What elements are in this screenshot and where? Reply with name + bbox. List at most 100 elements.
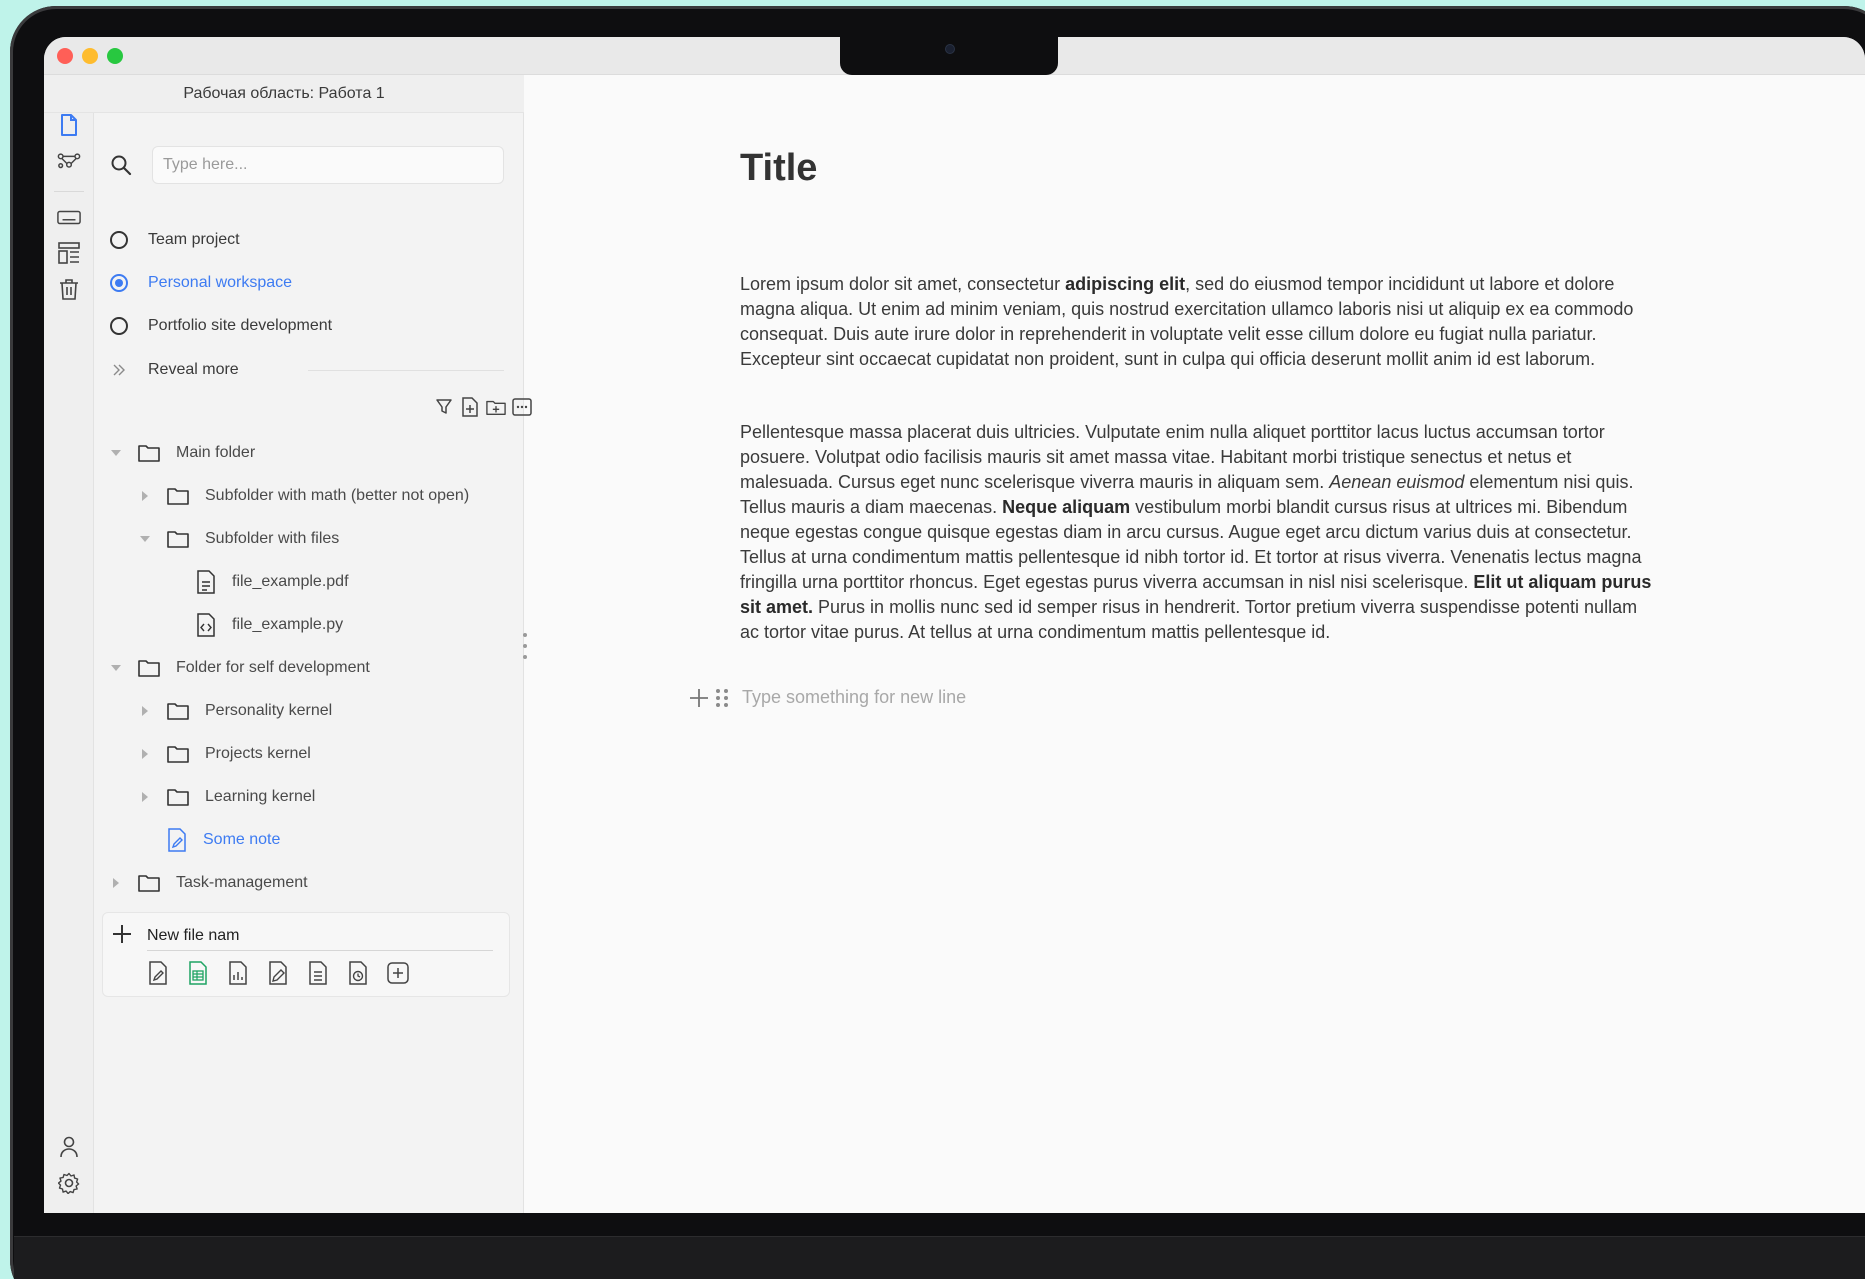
add-block-plus-icon[interactable]	[688, 688, 710, 708]
settings-gear-icon[interactable]	[57, 1171, 81, 1195]
maximize-window-button[interactable]	[107, 48, 123, 64]
chevron-right-icon[interactable]	[110, 877, 122, 889]
tree-label: file_example.pdf	[232, 573, 349, 590]
radio-button[interactable]	[110, 317, 128, 335]
new-file-name-input[interactable]	[147, 921, 493, 951]
new-folder-icon[interactable]	[486, 397, 506, 417]
tree-label: Personality kernel	[205, 702, 333, 719]
timer-type-icon[interactable]	[347, 961, 369, 985]
folder-icon	[167, 702, 189, 720]
close-window-button[interactable]	[57, 48, 73, 64]
radio-button-selected[interactable]	[110, 274, 128, 292]
workspace-label: Personal workspace	[148, 274, 293, 291]
note-file-icon	[167, 828, 187, 852]
tree-folder-projects[interactable]: Projects kernel	[139, 739, 311, 769]
tree-label: Main folder	[176, 444, 256, 461]
italic-text-run: Aenean euismod	[1329, 472, 1465, 492]
folder-icon	[167, 745, 189, 763]
user-icon[interactable]	[57, 1135, 81, 1159]
tree-file-py[interactable]: file_example.py	[168, 610, 343, 640]
tree-toolbar	[434, 397, 532, 417]
tree-label: Folder for self development	[176, 659, 370, 676]
file-type-picker	[147, 961, 409, 985]
workspace-title: Рабочая область: Работа 1	[44, 75, 524, 113]
folder-icon	[138, 659, 160, 677]
new-file-panel	[102, 912, 510, 997]
new-file-icon[interactable]	[460, 397, 480, 417]
bold-text-run: adipiscing elit	[1065, 274, 1186, 294]
tree-folder-self-dev[interactable]: Folder for self development	[110, 653, 370, 683]
pdf-file-icon	[196, 570, 216, 594]
workspace-item-portfolio[interactable]: Portfolio site development	[110, 311, 510, 341]
laptop-base	[14, 1236, 1865, 1279]
workspace-item-team-project[interactable]: Team project	[110, 225, 510, 255]
workspace-label: Portfolio site development	[148, 317, 333, 334]
workspace-label: Team project	[148, 231, 240, 248]
chart-type-icon[interactable]	[227, 961, 249, 985]
filter-icon[interactable]	[434, 397, 454, 417]
folder-icon	[167, 788, 189, 806]
paragraph-2[interactable]: Pellentesque massa placerat duis ultrici…	[740, 420, 1652, 645]
chevron-right-icon[interactable]	[139, 490, 151, 502]
workspace-item-personal-workspace[interactable]: Personal workspace	[110, 268, 510, 298]
tree-label: file_example.py	[232, 616, 344, 633]
layout-icon[interactable]	[57, 241, 81, 265]
bold-text-run: Neque aliquam	[1002, 497, 1131, 517]
minimize-window-button[interactable]	[82, 48, 98, 64]
files-icon[interactable]	[57, 113, 81, 137]
search-icon[interactable]	[110, 154, 132, 181]
new-line-row	[688, 687, 1242, 708]
text-type-icon[interactable]	[307, 961, 329, 985]
tree-folder-math[interactable]: Subfolder with math (better not open)	[139, 481, 469, 511]
graph-icon[interactable]	[57, 149, 81, 173]
tree-label: Subfolder with math (better not open)	[205, 487, 470, 504]
tree-file-pdf[interactable]: file_example.pdf	[168, 567, 349, 597]
more-options-icon[interactable]	[512, 397, 532, 417]
divider	[308, 370, 504, 371]
code-file-icon	[196, 613, 216, 637]
chevron-down-icon[interactable]	[110, 449, 122, 457]
new-line-input[interactable]	[742, 687, 1242, 708]
editor: Title Lorem ipsum dolor sit amet, consec…	[536, 75, 1865, 1213]
camera-notch	[840, 37, 1058, 75]
folder-icon	[138, 874, 160, 892]
search-input[interactable]	[152, 146, 504, 184]
sidebar: Рабочая область: Работа 1 Team project P…	[44, 75, 532, 1213]
drag-handle-icon[interactable]	[716, 688, 734, 707]
trash-icon[interactable]	[57, 277, 81, 301]
tree-note-some-note[interactable]: Some note	[139, 825, 280, 855]
left-rail	[44, 75, 94, 1213]
tree-folder-learning[interactable]: Learning kernel	[139, 782, 315, 812]
chevron-down-icon[interactable]	[139, 535, 151, 543]
edit-type-icon[interactable]	[267, 961, 289, 985]
tree-label: Subfolder with files	[205, 530, 340, 547]
reveal-more-label: Reveal more	[148, 361, 239, 378]
chevron-right-icon[interactable]	[139, 748, 151, 760]
sidebar-resize-handle[interactable]	[522, 633, 528, 659]
keyboard-icon[interactable]	[57, 205, 81, 229]
plus-icon[interactable]	[111, 923, 133, 950]
tree-folder-task-management[interactable]: Task-management	[110, 868, 308, 898]
tree-folder-files[interactable]: Subfolder with files	[139, 524, 339, 554]
chevron-right-icon[interactable]	[139, 705, 151, 717]
app-window: Рабочая область: Работа 1 Team project P…	[44, 37, 1865, 1213]
document-title[interactable]: Title	[740, 147, 817, 190]
spreadsheet-type-icon[interactable]	[187, 961, 209, 985]
paragraph-1[interactable]: Lorem ipsum dolor sit amet, consectetur …	[740, 272, 1652, 372]
chevron-right-icon[interactable]	[139, 791, 151, 803]
double-chevron-right-icon	[110, 364, 128, 376]
tree-label: Task-management	[176, 874, 308, 891]
chevron-down-icon[interactable]	[110, 664, 122, 672]
text-run: Lorem ipsum dolor sit amet, consectetur	[740, 274, 1066, 294]
note-type-icon[interactable]	[147, 961, 169, 985]
text-run: Purus in mollis nunc sed id semper risus…	[740, 597, 1638, 642]
tree-folder-personality[interactable]: Personality kernel	[139, 696, 332, 726]
folder-icon	[167, 487, 189, 505]
folder-icon	[167, 530, 189, 548]
add-type-icon[interactable]	[387, 961, 409, 985]
radio-button[interactable]	[110, 231, 128, 249]
camera-icon	[945, 44, 955, 54]
folder-icon	[138, 444, 160, 462]
rail-divider	[54, 191, 84, 192]
tree-folder-main[interactable]: Main folder	[110, 438, 255, 468]
